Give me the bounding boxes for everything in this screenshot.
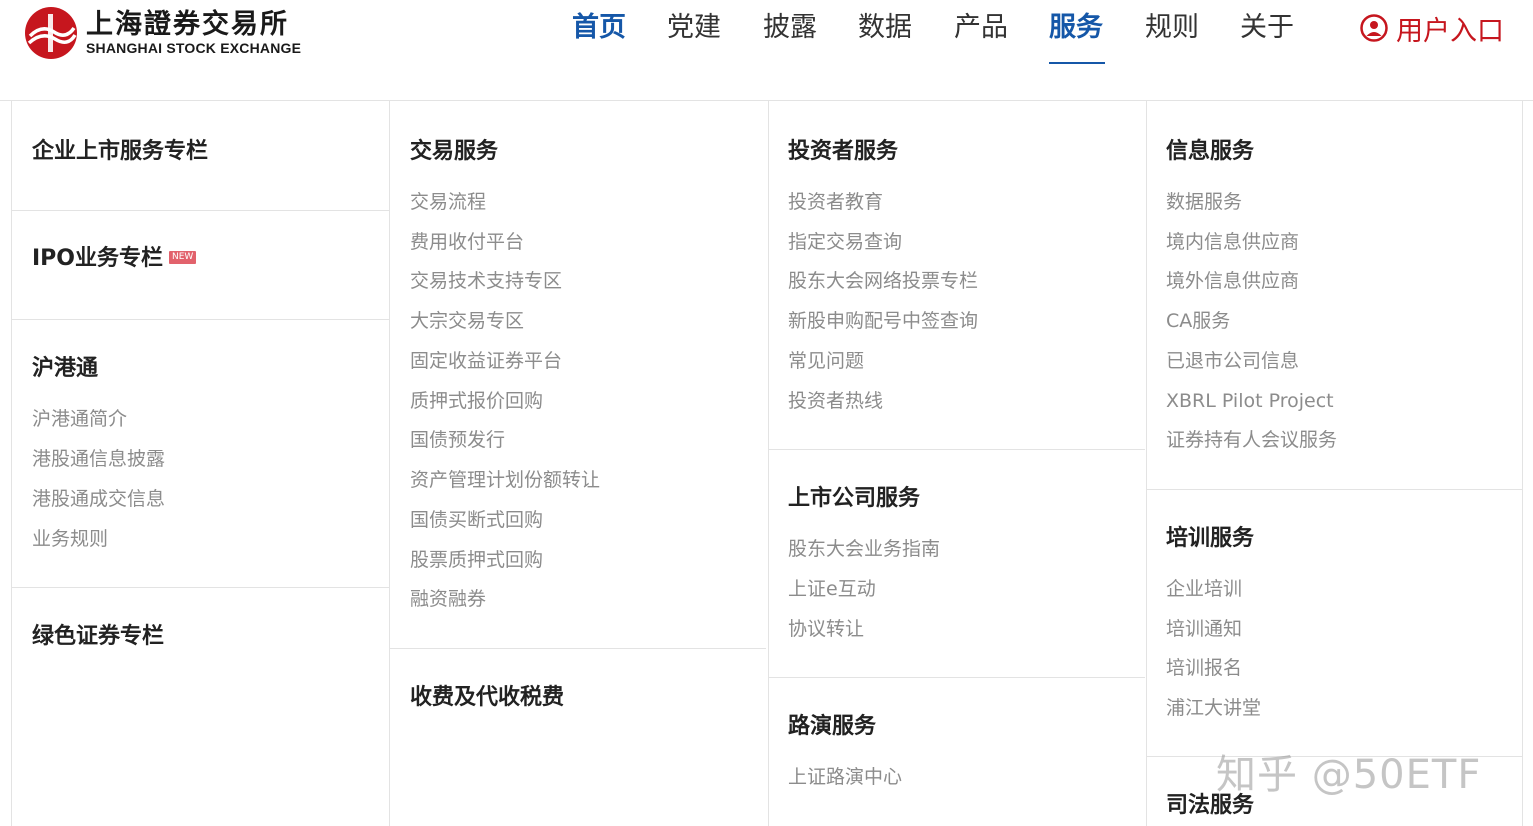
link-investor[interactable]: 新股申购配号中签查询 <box>788 308 978 334</box>
site-header: 上海證券交易所 SHANGHAI STOCK EXCHANGE 首页 党建 披露… <box>0 0 1533 100</box>
link-roadshow-center[interactable]: 上证路演中心 <box>788 764 902 790</box>
section-title-roadshow[interactable]: 路演服务 <box>788 712 876 742</box>
column-divider <box>389 101 390 826</box>
link-trading[interactable]: 固定收益证券平台 <box>410 348 562 374</box>
section-title-info[interactable]: 信息服务 <box>1166 137 1254 167</box>
section-divider <box>769 449 1145 450</box>
section-title-listed-company[interactable]: 上市公司服务 <box>788 484 920 514</box>
link-info[interactable]: XBRL Pilot Project <box>1166 388 1334 414</box>
link-trading[interactable]: 股票质押式回购 <box>410 547 543 573</box>
link-trading[interactable]: 交易流程 <box>410 189 486 215</box>
link-listed-company[interactable]: 股东大会业务指南 <box>788 536 940 562</box>
link-info[interactable]: CA服务 <box>1166 308 1230 334</box>
sse-logo[interactable]: 上海證券交易所 SHANGHAI STOCK EXCHANGE <box>24 4 304 62</box>
ipo-title-text: IPO业务专栏 <box>32 246 164 271</box>
nav-disclosure[interactable]: 披露 <box>763 8 817 48</box>
sse-emblem-icon <box>25 7 77 59</box>
link-investor[interactable]: 常见问题 <box>788 348 864 374</box>
link-trading[interactable]: 质押式报价回购 <box>410 388 543 414</box>
link-investor[interactable]: 投资者热线 <box>788 388 883 414</box>
link-training[interactable]: 培训报名 <box>1166 655 1242 681</box>
section-title-training[interactable]: 培训服务 <box>1166 524 1254 554</box>
link-trading[interactable]: 大宗交易专区 <box>410 308 524 334</box>
link-training[interactable]: 培训通知 <box>1166 616 1242 642</box>
section-title-trading[interactable]: 交易服务 <box>410 137 498 167</box>
new-badge: NEW <box>169 250 197 264</box>
link-investor[interactable]: 投资者教育 <box>788 189 883 215</box>
column-divider <box>1522 101 1523 826</box>
section-divider <box>12 319 389 320</box>
user-entry-label: 用户入口 <box>1396 15 1504 47</box>
nav-products[interactable]: 产品 <box>954 8 1008 48</box>
section-divider <box>390 648 766 649</box>
nav-home[interactable]: 首页 <box>572 8 626 48</box>
link-info[interactable]: 证券持有人会议服务 <box>1166 427 1337 453</box>
link-investor[interactable]: 股东大会网络投票专栏 <box>788 268 978 294</box>
link-listed-company[interactable]: 协议转让 <box>788 616 864 642</box>
link-info[interactable]: 数据服务 <box>1166 189 1242 215</box>
link-hk-trades[interactable]: 港股通成交信息 <box>32 486 165 512</box>
nav-about[interactable]: 关于 <box>1240 8 1294 48</box>
link-trading[interactable]: 国债买断式回购 <box>410 507 543 533</box>
link-trading[interactable]: 交易技术支持专区 <box>410 268 562 294</box>
section-title-investor[interactable]: 投资者服务 <box>788 137 898 167</box>
link-business-rules[interactable]: 业务规则 <box>32 526 108 552</box>
link-listed-company[interactable]: 上证e互动 <box>788 576 876 602</box>
nav-rules[interactable]: 规则 <box>1145 8 1199 48</box>
nav-party[interactable]: 党建 <box>667 8 721 48</box>
section-title-ipo[interactable]: IPO业务专栏 NEW <box>32 244 197 274</box>
nav-services[interactable]: 服务 <box>1049 8 1103 48</box>
link-hk-disclosure[interactable]: 港股通信息披露 <box>32 446 165 472</box>
link-hkconnect-intro[interactable]: 沪港通简介 <box>32 406 127 432</box>
link-info[interactable]: 境外信息供应商 <box>1166 268 1299 294</box>
section-divider <box>769 677 1145 678</box>
section-title-fees[interactable]: 收费及代收税费 <box>410 683 564 713</box>
logo-chinese-name: 上海證券交易所 <box>86 9 289 40</box>
link-investor[interactable]: 指定交易查询 <box>788 229 902 255</box>
nav-active-underline <box>1049 62 1105 64</box>
user-circle-icon <box>1360 14 1388 42</box>
zhihu-watermark: 知乎 @50ETF <box>1216 752 1482 798</box>
user-entry-button[interactable]: 用户入口 <box>1360 8 1504 48</box>
section-divider <box>1147 489 1522 490</box>
link-trading[interactable]: 费用收付平台 <box>410 229 524 255</box>
link-training[interactable]: 浦江大讲堂 <box>1166 695 1261 721</box>
section-title-green[interactable]: 绿色证券专栏 <box>32 622 164 652</box>
link-info[interactable]: 境内信息供应商 <box>1166 229 1299 255</box>
section-divider <box>12 210 389 211</box>
services-mega-menu <box>0 100 1533 826</box>
link-trading[interactable]: 国债预发行 <box>410 427 505 453</box>
link-training[interactable]: 企业培训 <box>1166 576 1242 602</box>
logo-english-name: SHANGHAI STOCK EXCHANGE <box>86 40 302 56</box>
section-title-hkconnect[interactable]: 沪港通 <box>32 354 98 384</box>
link-info[interactable]: 已退市公司信息 <box>1166 348 1299 374</box>
section-title-listing[interactable]: 企业上市服务专栏 <box>32 137 208 167</box>
link-trading[interactable]: 融资融券 <box>410 586 486 612</box>
column-divider <box>1146 101 1147 826</box>
nav-data[interactable]: 数据 <box>858 8 912 48</box>
section-divider <box>12 587 389 588</box>
link-trading[interactable]: 资产管理计划份额转让 <box>410 467 600 493</box>
column-divider <box>768 101 769 826</box>
